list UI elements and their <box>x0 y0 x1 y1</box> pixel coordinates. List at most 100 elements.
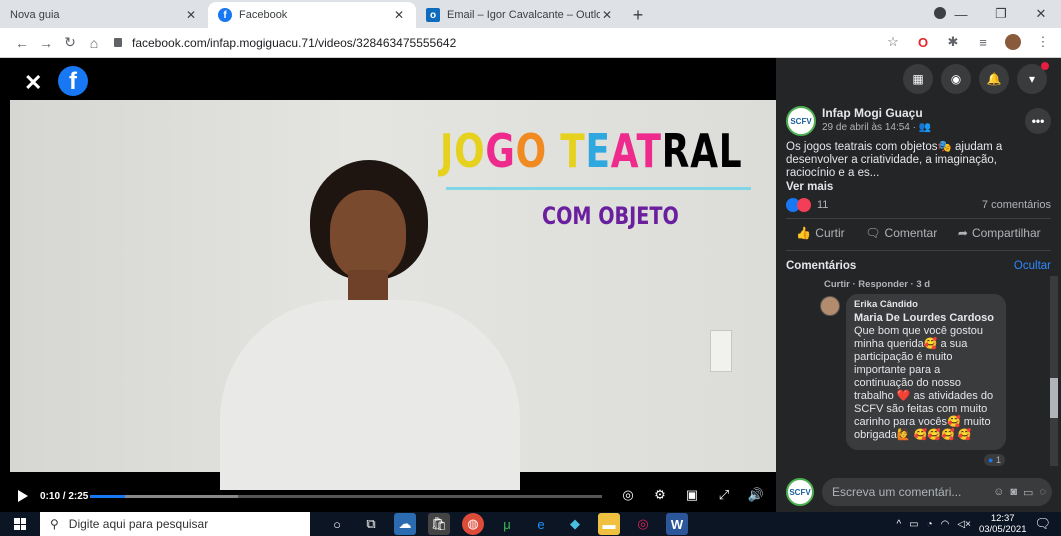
page-name[interactable]: Infap Mogi Guaçu <box>822 106 931 120</box>
new-tab-button[interactable]: + <box>624 2 652 28</box>
address-bar: ← → ↻ ⌂ facebook.com/infap.mogiguacu.71/… <box>0 28 1061 58</box>
camera-icon[interactable]: ◙ <box>1010 486 1017 498</box>
tab-facebook[interactable]: f Facebook ✕ <box>208 2 416 28</box>
tab-label: Nova guia <box>10 9 60 21</box>
close-window-icon[interactable]: ✕ <box>1021 0 1061 28</box>
wifi-icon[interactable]: ◠ <box>941 519 950 530</box>
notifications-icon[interactable]: 🗨 <box>1034 516 1051 532</box>
reading-list-icon[interactable]: ≡ <box>975 34 991 50</box>
facebook-logo-icon[interactable]: f <box>58 66 88 96</box>
start-button[interactable] <box>0 518 40 530</box>
comments-header: Comentários Ocultar <box>786 260 1051 272</box>
home-icon[interactable]: ⌂ <box>82 35 106 51</box>
settings-gear-icon[interactable]: ⚙ <box>652 487 668 503</box>
opera-icon[interactable]: O <box>915 34 931 50</box>
restore-icon[interactable]: ❐ <box>981 0 1021 28</box>
tab-label: Email – Igor Cavalcante – Outlook <box>447 9 600 21</box>
edge-icon[interactable]: e <box>530 513 552 535</box>
progress-bar[interactable] <box>90 495 602 498</box>
post-date[interactable]: 29 de abril às 14:54 · 👥 <box>822 122 931 133</box>
share-button[interactable]: ➦ Compartilhar <box>958 226 1041 240</box>
volume-icon[interactable]: ◁× <box>957 519 971 530</box>
like-button[interactable]: 👍 Curtir <box>796 226 844 240</box>
volume-icon[interactable]: 🔊 <box>748 487 764 503</box>
comment-button[interactable]: 🗨 Comentar <box>865 226 937 240</box>
comment-input[interactable]: Escreva um comentári... ☺ ◙ ▭ ◌ <box>822 478 1052 506</box>
reload-icon[interactable]: ↻ <box>58 34 82 51</box>
system-tray: ^ ▭ ◔ ◠ ◁× 12:37 03/05/2021 🗨 <box>896 512 1051 536</box>
cortana-icon[interactable]: ○ <box>326 513 348 535</box>
store-icon[interactable]: 🛍 <box>428 513 450 535</box>
comment-mention[interactable]: Maria De Lourdes Cardoso <box>854 312 994 324</box>
sticker-icon[interactable]: ◌ <box>1039 486 1046 498</box>
emoji-icon[interactable]: ☺ <box>993 486 1004 498</box>
profile-avatar[interactable] <box>1005 34 1021 50</box>
task-view-icon[interactable]: ⧉ <box>360 513 382 535</box>
comment-author[interactable]: Erika Cândido <box>854 299 998 310</box>
user-avatar[interactable]: SCFV <box>786 478 814 506</box>
chrome-icon[interactable]: ◍ <box>462 513 484 535</box>
scrollbar-thumb[interactable] <box>1050 378 1058 418</box>
menu-kebab-icon[interactable]: ⋮ <box>1035 34 1051 50</box>
lock-icon <box>114 38 122 47</box>
comments-scroll-area[interactable]: Curtir · Responder · 3 d Erika Cândido M… <box>776 276 1061 466</box>
gif-icon[interactable]: ▭ <box>1023 486 1033 499</box>
word-icon[interactable]: W <box>666 513 688 535</box>
close-tab-icon[interactable]: ✕ <box>184 8 198 22</box>
friends-audience-icon: 👥 <box>918 122 932 133</box>
close-tab-icon[interactable]: ✕ <box>392 8 406 22</box>
messenger-icon[interactable]: ◉ <box>941 64 971 94</box>
extensions-puzzle-icon[interactable]: ✱ <box>945 34 961 50</box>
post-date-text: 29 de abril às 14:54 · <box>822 122 919 133</box>
system-clock[interactable]: 12:37 03/05/2021 <box>979 513 1027 535</box>
forward-icon[interactable]: → <box>34 35 58 51</box>
play-icon[interactable] <box>18 490 28 502</box>
screen: Nova guia ✕ f Facebook ✕ o Email – Igor … <box>0 0 1061 536</box>
scrollbar-track[interactable] <box>1050 276 1058 466</box>
account-dropdown-icon[interactable]: ▾ <box>1017 62 1049 94</box>
url-field[interactable]: facebook.com/infap.mogiguacu.71/videos/3… <box>114 36 894 50</box>
title-letter: O <box>515 124 547 178</box>
tab-nova-guia[interactable]: Nova guia ✕ <box>0 2 208 28</box>
extension-icons: ☆ O ✱ ≡ ⋮ <box>885 34 1051 50</box>
title-letter: G <box>485 124 516 178</box>
love-reaction-icon[interactable] <box>797 198 811 212</box>
pdf-app-icon[interactable]: ◎ <box>632 513 654 535</box>
tab-outlook[interactable]: o Email – Igor Cavalcante – Outlook ✕ <box>416 2 624 28</box>
vscode-icon[interactable]: ◆ <box>564 513 586 535</box>
notifications-bell-icon[interactable]: 🔔 <box>979 64 1009 94</box>
url-text: facebook.com/infap.mogiguacu.71/videos/3… <box>132 35 457 50</box>
video-player[interactable]: ✕ f JOGO TEATRAL COM OBJETO <box>0 58 776 512</box>
fullscreen-icon[interactable]: ⤢ <box>716 487 732 503</box>
title-letter: R <box>661 124 691 178</box>
bookmark-star-icon[interactable]: ☆ <box>885 34 901 50</box>
weather-app-icon[interactable]: ☁ <box>394 513 416 535</box>
comment-bubble-icon: 🗨 <box>865 226 881 240</box>
minimize-icon[interactable]: — <box>941 0 981 28</box>
comment-reaction-count[interactable]: ● 1 <box>984 454 1005 466</box>
close-icon[interactable]: ✕ <box>24 70 42 96</box>
battery-icon[interactable]: ▭ <box>909 519 918 530</box>
tag-icon[interactable]: ◎ <box>620 487 636 503</box>
back-icon[interactable]: ← <box>10 35 34 51</box>
page-avatar[interactable]: SCFV <box>786 106 816 136</box>
title-letter <box>547 124 560 178</box>
more-options-icon[interactable]: ••• <box>1025 108 1051 134</box>
network-icon[interactable]: ◔ <box>927 519 933 530</box>
previous-comment-actions[interactable]: Curtir · Responder · 3 d <box>824 279 930 290</box>
picture-in-picture-icon[interactable]: ▣ <box>684 487 700 503</box>
hide-comments-link[interactable]: Ocultar <box>1014 260 1051 272</box>
comments-count[interactable]: 7 comentários <box>982 199 1051 211</box>
utorrent-icon[interactable]: μ <box>496 513 518 535</box>
file-explorer-icon[interactable]: ▬ <box>598 513 620 535</box>
taskbar-search-placeholder: Digite aqui para pesquisar <box>68 517 209 531</box>
commenter-avatar[interactable] <box>820 296 840 316</box>
comment-label: Comentar <box>884 226 938 240</box>
see-more-link[interactable]: Ver mais <box>786 181 833 193</box>
show-hidden-icons-icon[interactable]: ^ <box>896 519 901 530</box>
close-tab-icon[interactable]: ✕ <box>600 8 614 22</box>
taskbar-search[interactable]: ⚲ Digite aqui para pesquisar <box>40 512 310 536</box>
comment-reaction-number: 1 <box>995 455 1001 465</box>
menu-grid-icon[interactable]: ▦ <box>903 64 933 94</box>
reaction-count[interactable]: 11 <box>817 199 828 211</box>
